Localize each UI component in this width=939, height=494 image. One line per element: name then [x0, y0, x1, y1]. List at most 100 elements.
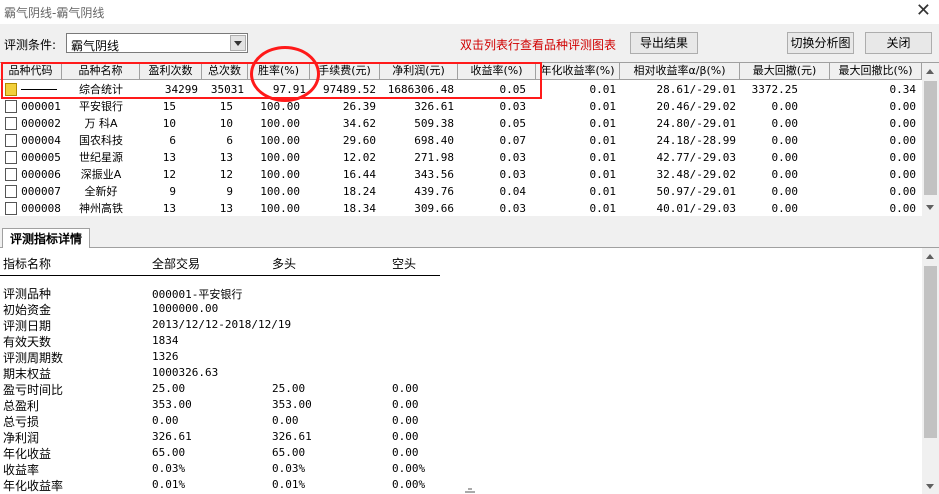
cell-return: 0.03 — [499, 202, 527, 215]
scroll-thumb[interactable] — [924, 81, 937, 195]
cell-annual-return: 0.01 — [589, 151, 617, 164]
metric-name: 净利润 — [3, 431, 40, 445]
cell-fee: 29.60 — [342, 134, 376, 147]
metric-all: 1000326.63 — [152, 366, 219, 379]
detail-row: 评测日期 2013/12/12-2018/12/19 — [0, 317, 922, 333]
col-header-relative-return[interactable]: 相对收益率α/β(%) — [620, 63, 740, 80]
metric-name: 收益率 — [3, 463, 40, 477]
cell-annual-return: 0.01 — [589, 134, 617, 147]
metric-short: 0.00 — [392, 382, 419, 395]
cell-code: 000006 — [21, 168, 61, 181]
metric-name: 总盈利 — [3, 399, 40, 413]
detail-row: 总亏损 0.00 0.00 0.00 — [0, 413, 922, 429]
table-row[interactable]: 000002 万 科A 10 10 100.00 34.62 509.38 0.05 0.01 2… — [0, 115, 922, 132]
close-button[interactable]: 关闭 — [865, 32, 932, 54]
scroll-up-icon[interactable] — [926, 254, 934, 259]
cell-return: 0.03 — [499, 168, 527, 181]
cell-return: 0.03 — [499, 100, 527, 113]
scroll-thumb[interactable] — [924, 266, 937, 438]
cell-net-profit: 271.98 — [414, 151, 454, 164]
condition-select[interactable]: 霸气阴线 — [66, 33, 248, 53]
cell-name: 世纪星源 — [79, 151, 123, 164]
scroll-down-icon[interactable] — [926, 205, 934, 210]
detail-scrollbar[interactable] — [922, 248, 939, 494]
table-row[interactable]: 000004 国农科技 6 6 100.00 29.60 698.40 0.07 0.01 24.… — [0, 132, 922, 149]
cell-code: 000002 — [21, 117, 61, 130]
double-click-hint: 双击列表行查看品种评测图表 — [460, 38, 617, 52]
detail-row: 有效天数 1834 — [0, 333, 922, 349]
cell-return: 0.03 — [499, 151, 527, 164]
col-header-max-drawdown[interactable]: 最大回撤(元) — [740, 63, 830, 80]
cell-annual-return: 0.01 — [589, 202, 617, 215]
metric-long: 0.01% — [272, 478, 306, 491]
detail-header-long: 多头 — [272, 257, 297, 271]
cell-max-drawdown: 0.00 — [771, 202, 799, 215]
col-header-annual-return[interactable]: 年化收益率(%) — [536, 63, 620, 80]
scroll-up-icon[interactable] — [926, 69, 934, 74]
cell-wins: 10 — [162, 117, 176, 130]
cell-max-drawdown: 0.00 — [771, 168, 799, 181]
window-close-button[interactable]: ✕ — [916, 1, 931, 21]
scroll-down-icon[interactable] — [926, 484, 934, 489]
metric-all: 65.00 — [152, 446, 186, 459]
cell-win-rate: 100.00 — [260, 168, 300, 181]
table-row[interactable]: 000007 全新好 9 9 100.00 18.24 439.76 0.04 0.01 50.9… — [0, 183, 922, 200]
metric-all: 1000000.00 — [152, 302, 219, 315]
cell-annual-return: 0.01 — [589, 117, 617, 130]
cell-net-profit: 343.56 — [414, 168, 454, 181]
cell-total: 12 — [219, 168, 233, 181]
cell-max-drawdown-ratio: 0.00 — [889, 168, 917, 181]
col-header-max-drawdown-ratio[interactable]: 最大回撤比(%) — [830, 63, 922, 80]
switch-chart-button[interactable]: 切换分析图 — [787, 32, 854, 54]
metric-long: 25.00 — [272, 382, 306, 395]
cell-return: 0.07 — [499, 134, 527, 147]
resize-grip-icon[interactable] — [464, 487, 476, 493]
detail-divider — [0, 275, 440, 276]
metric-name: 初始资金 — [3, 303, 52, 317]
metric-short: 0.00% — [392, 462, 426, 475]
cell-wins: 6 — [169, 134, 176, 147]
table-row[interactable]: 000005 世纪星源 13 13 100.00 12.02 271.98 0.03 0.01 4… — [0, 149, 922, 166]
cell-max-drawdown: 0.00 — [771, 185, 799, 198]
chevron-down-icon[interactable] — [230, 35, 246, 51]
document-icon — [5, 100, 17, 113]
metric-long: 326.61 — [272, 430, 312, 443]
cell-code: 000005 — [21, 151, 61, 164]
metric-short: 0.00% — [392, 478, 426, 491]
cell-total: 13 — [219, 151, 233, 164]
table-row[interactable]: 000006 深振业A 12 12 100.00 16.44 343.56 0.03 0.01 3… — [0, 166, 922, 183]
cell-annual-return: 0.01 — [589, 100, 617, 113]
export-button[interactable]: 导出结果 — [630, 32, 698, 54]
cell-max-drawdown-ratio: 0.00 — [889, 117, 917, 130]
cell-fee: 18.24 — [342, 185, 376, 198]
document-icon — [5, 134, 17, 147]
cell-code: 000001 — [21, 100, 61, 113]
detail-row: 评测品种 000001-平安银行 — [0, 285, 922, 301]
cell-fee: 12.02 — [342, 151, 376, 164]
cell-win-rate: 100.00 — [260, 134, 300, 147]
cell-name: 全新好 — [84, 185, 118, 198]
cell-code: 000007 — [21, 185, 61, 198]
cell-fee: 18.34 — [342, 202, 376, 215]
metric-all: 0.03% — [152, 462, 186, 475]
cell-max-drawdown: 0.00 — [771, 134, 799, 147]
cell-relative-return: 50.97/-29.01 — [656, 185, 736, 198]
cell-total: 10 — [219, 117, 233, 130]
tab-metrics-detail[interactable]: 评测指标详情 — [2, 228, 90, 249]
table-row[interactable]: 000008 神州高铁 13 13 100.00 18.34 309.66 0.03 0.01 4… — [0, 200, 922, 216]
table-row[interactable]: 000001 平安银行 15 15 100.00 26.39 326.61 0.03 0.01 2… — [0, 98, 922, 115]
cell-relative-return: 24.80/-29.01 — [656, 117, 736, 130]
cell-win-rate: 100.00 — [260, 185, 300, 198]
cell-fee: 16.44 — [342, 168, 376, 181]
detail-row: 收益率 0.03% 0.03% 0.00% — [0, 461, 922, 477]
cell-max-drawdown-ratio: 0.34 — [889, 83, 917, 96]
cell-wins: 13 — [162, 151, 176, 164]
metric-name: 年化收益 — [3, 447, 52, 461]
grid-scrollbar[interactable] — [922, 63, 939, 216]
metric-short: 0.00 — [392, 430, 419, 443]
condition-select-value: 霸气阴线 — [71, 39, 120, 53]
cell-max-drawdown: 3372.25 — [751, 83, 798, 96]
cell-win-rate: 100.00 — [260, 151, 300, 164]
cell-fee: 26.39 — [342, 100, 376, 113]
cell-annual-return: 0.01 — [589, 168, 617, 181]
